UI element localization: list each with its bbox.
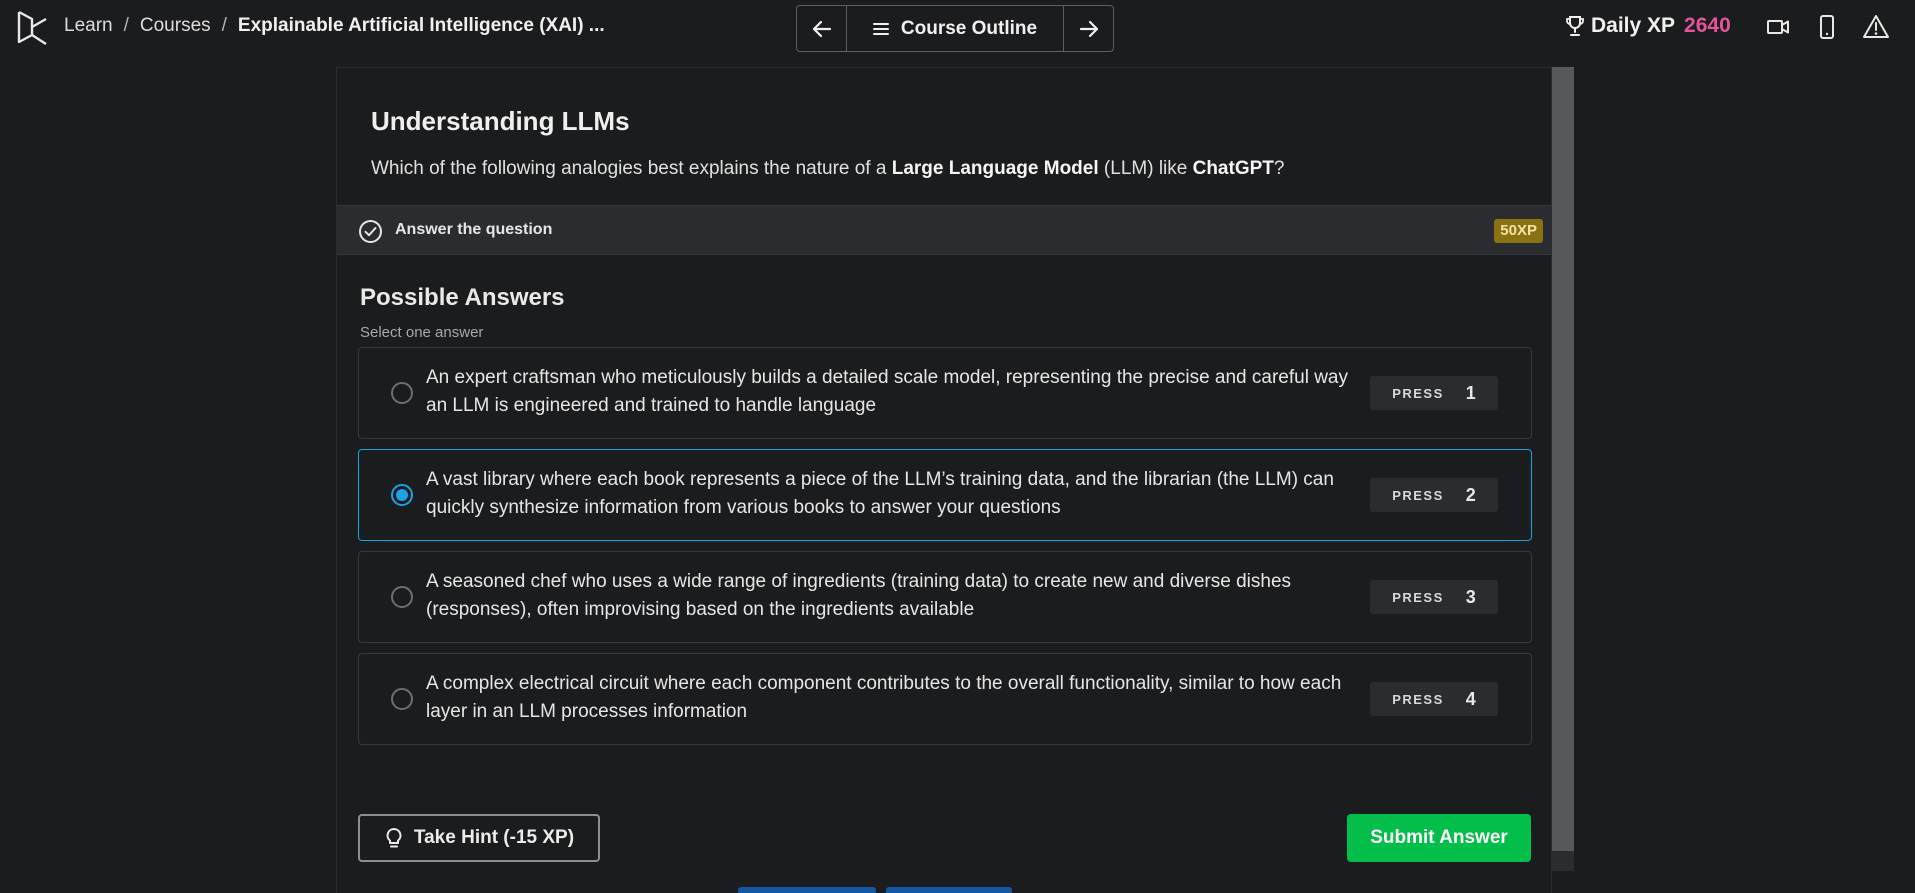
keyboard-shortcut: PRESS 1 (1370, 376, 1498, 410)
keyboard-shortcut: PRESS 3 (1370, 580, 1498, 614)
question-text: Which of the following analogies best ex… (371, 158, 892, 179)
radio-button[interactable] (391, 382, 413, 404)
press-label: PRESS (1392, 691, 1444, 707)
bottom-tab[interactable] (738, 887, 876, 893)
mobile-icon[interactable] (1813, 13, 1841, 41)
question-term-llm: Large Language Model (891, 158, 1099, 179)
answer-option-4[interactable]: A complex electrical circuit where each … (358, 653, 1532, 745)
scrollbar-thumb[interactable] (1552, 67, 1574, 851)
check-circle-icon (359, 220, 382, 243)
press-key: 3 (1465, 586, 1476, 607)
alert-icon[interactable] (1862, 13, 1890, 41)
press-key: 1 (1465, 382, 1476, 403)
radio-button-selected[interactable] (391, 484, 413, 506)
answer-option-1[interactable]: An expert craftsman who meticulously bui… (358, 347, 1532, 439)
menu-icon (872, 22, 889, 35)
trophy-icon (1566, 16, 1584, 36)
breadcrumb-courses[interactable]: Courses (140, 15, 211, 37)
breadcrumb-learn[interactable]: Learn (64, 15, 113, 37)
breadcrumb-course-title[interactable]: Explainable Artificial Intelligence (XAI… (238, 15, 605, 37)
possible-answers-subtitle: Select one answer (360, 324, 484, 341)
take-hint-button[interactable]: Take Hint (-15 XP) (358, 814, 600, 862)
press-label: PRESS (1392, 589, 1444, 605)
video-icon[interactable] (1764, 13, 1792, 41)
keyboard-shortcut: PRESS 2 (1370, 478, 1498, 512)
xp-badge: 50XP (1494, 219, 1543, 243)
answer-text: A seasoned chef who uses a wide range of… (426, 571, 1292, 620)
press-key: 2 (1465, 484, 1476, 505)
question-text: ? (1273, 158, 1285, 179)
daily-xp-label: Daily XP (1591, 14, 1676, 37)
question-text: (LLM) like (1098, 158, 1193, 179)
arrow-right-icon (1079, 20, 1098, 37)
answer-text: A vast library where each book represent… (426, 469, 1334, 518)
next-exercise-button[interactable] (1063, 6, 1113, 51)
radio-button[interactable] (391, 688, 413, 710)
answer-option-2[interactable]: A vast library where each book represent… (358, 449, 1532, 541)
exercise-title: Understanding LLMs (371, 106, 630, 136)
answer-option-3[interactable]: A seasoned chef who uses a wide range of… (358, 551, 1532, 643)
instruction-text: Answer the question (395, 221, 553, 238)
scrollbar-track[interactable] (1552, 851, 1574, 871)
lightbulb-icon (386, 828, 402, 848)
daily-xp-value: 2640 (1684, 14, 1731, 37)
breadcrumb: Learn / Courses / Explainable Artificial… (64, 15, 605, 37)
previous-exercise-button[interactable] (797, 6, 847, 51)
breadcrumb-separator: / (221, 15, 227, 36)
keyboard-shortcut: PRESS 4 (1370, 682, 1498, 716)
submit-answer-button[interactable]: Submit Answer (1347, 814, 1531, 862)
bottom-tab[interactable] (886, 887, 1012, 893)
answer-text: A complex electrical circuit where each … (426, 673, 1342, 722)
possible-answers-title: Possible Answers (360, 284, 565, 311)
course-outline-label: Course Outline (900, 17, 1038, 39)
breadcrumb-separator: / (123, 15, 129, 36)
press-label: PRESS (1392, 487, 1444, 503)
answer-text: An expert craftsman who meticulously bui… (426, 367, 1348, 416)
exercise-panel: Understanding LLMs Which of the followin… (336, 67, 1553, 893)
take-hint-label: Take Hint (-15 XP) (413, 827, 575, 848)
press-label: PRESS (1392, 385, 1444, 401)
top-bar: Learn / Courses / Explainable Artificial… (0, 0, 1915, 56)
course-outline-button[interactable]: Course Outline (847, 6, 1063, 51)
exercise-question: Which of the following analogies best ex… (371, 158, 1284, 180)
arrow-left-icon (812, 20, 831, 37)
instruction-bar: Answer the question 50XP (337, 205, 1553, 255)
exercise-navigation: Course Outline (796, 5, 1114, 52)
radio-button[interactable] (391, 586, 413, 608)
daily-xp[interactable]: Daily XP 2640 (1565, 14, 1731, 38)
press-key: 4 (1465, 688, 1476, 709)
question-term-chatgpt: ChatGPT (1192, 158, 1274, 179)
datacamp-logo-icon[interactable] (16, 9, 50, 47)
